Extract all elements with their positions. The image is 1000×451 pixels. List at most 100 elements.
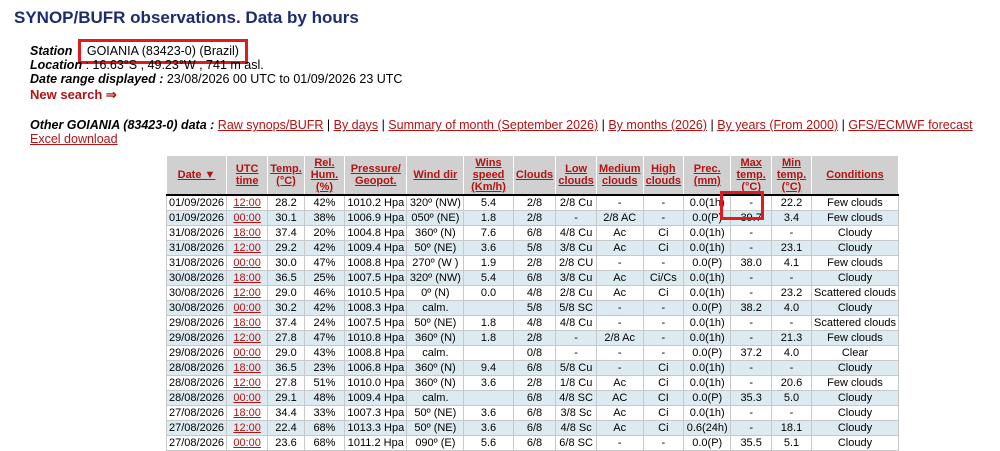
cell-max-temp: - (730, 240, 773, 256)
cell-clouds: 6/8 (512, 225, 557, 241)
cell-utc-time: 00:00 (226, 345, 269, 361)
cell-medium-clouds: Ac (595, 225, 644, 241)
cell-min-temp: - (771, 360, 812, 376)
cell-min-temp: 23.1 (771, 240, 812, 256)
cell-clouds: 6/8 (512, 390, 557, 406)
cell-date: 30/08/2026 (165, 285, 228, 301)
cell-utc-time: 00:00 (226, 210, 269, 226)
excel-download-link[interactable]: Excel download (30, 132, 118, 146)
cell-max-temp: 37.2 (730, 345, 773, 361)
cell-date: 30/08/2026 (165, 270, 228, 286)
cell-utc-time: 18:00 (226, 405, 269, 421)
cell-low-clouds: 4/8 SC (555, 390, 597, 406)
utc-time-link[interactable]: 18:00 (233, 317, 261, 329)
cell-temp: 30.2 (267, 300, 305, 316)
cell-max-temp: - (730, 420, 773, 436)
table-row: 01/09/2026 00:00 30.1 38% 1006.9 Hpa 050º (NE… (165, 210, 900, 226)
cell-high-clouds: Ci (642, 285, 685, 301)
table-row: 27/08/2026 18:00 34.4 33% 1007.3 Hpa 50º (NE)… (165, 405, 900, 421)
cell-medium-clouds: - (595, 360, 644, 376)
cell-clouds: 6/8 (512, 420, 557, 436)
forecast-link[interactable]: GFS/ECMWF forecast (848, 118, 972, 132)
cell-medium-clouds: - (595, 435, 644, 451)
cell-wind-speed: 0.0 (463, 285, 514, 301)
by-months-link[interactable]: By months (2026) (608, 118, 707, 132)
utc-time-link[interactable]: 12:00 (233, 197, 261, 209)
utc-time-link[interactable]: 00:00 (233, 257, 261, 269)
cell-clouds: 2/8 (512, 194, 557, 211)
cell-wind-dir: 50º (NE) (406, 315, 465, 331)
utc-time-link[interactable]: 18:00 (233, 407, 261, 419)
header-prec[interactable]: Prec. (mm) (683, 155, 732, 196)
utc-time-link[interactable]: 12:00 (233, 332, 261, 344)
cell-temp: 37.4 (267, 225, 305, 241)
by-years-link[interactable]: By years (From 2000) (717, 118, 838, 132)
by-days-link[interactable]: By days (334, 118, 378, 132)
cell-min-temp: 21.3 (771, 330, 812, 346)
table-row: 31/08/2026 12:00 29.2 42% 1009.4 Hpa 50º (NE)… (165, 240, 900, 256)
header-clouds[interactable]: Clouds (512, 155, 557, 196)
cell-low-clouds: - (555, 210, 597, 226)
cell-medium-clouds: AC (595, 390, 644, 406)
utc-time-link[interactable]: 12:00 (233, 287, 261, 299)
header-min-temp[interactable]: Min temp. (°C) (771, 155, 812, 196)
cell-conditions: Cloudy (810, 405, 900, 421)
cell-pressure: 1010.2 Hpa (344, 194, 408, 211)
header-rel-hum[interactable]: Rel. Hum. (%) (303, 155, 346, 196)
utc-time-link[interactable]: 12:00 (233, 422, 261, 434)
raw-synops-link[interactable]: Raw synops/BUFR (218, 118, 324, 132)
cell-utc-time: 12:00 (226, 285, 269, 301)
utc-time-link[interactable]: 12:00 (233, 242, 261, 254)
header-wind-dir[interactable]: Wind dir (406, 155, 465, 196)
cell-rel-hum: 24% (303, 315, 346, 331)
cell-low-clouds: 3/8 Cu (555, 240, 597, 256)
cell-prec: 0.0(P) (683, 435, 732, 451)
cell-date: 28/08/2026 (165, 390, 228, 406)
cell-wind-speed: 9.4 (463, 360, 514, 376)
cell-high-clouds: - (642, 255, 685, 271)
cell-clouds: 2/8 (512, 210, 557, 226)
new-search-link[interactable]: New search ⇒ (30, 87, 117, 103)
cell-medium-clouds: - (595, 315, 644, 331)
utc-time-link[interactable]: 00:00 (233, 212, 261, 224)
cell-prec: 0.0(1h) (683, 330, 732, 346)
cell-rel-hum: 47% (303, 255, 346, 271)
cell-utc-time: 18:00 (226, 270, 269, 286)
utc-time-link[interactable]: 18:00 (233, 272, 261, 284)
cell-medium-clouds: - (595, 194, 644, 211)
cell-max-temp: 35.3 (730, 390, 773, 406)
cell-temp: 23.6 (267, 435, 305, 451)
cell-utc-time: 18:00 (226, 315, 269, 331)
utc-time-link[interactable]: 12:00 (233, 377, 261, 389)
cell-medium-clouds: - (595, 345, 644, 361)
cell-high-clouds: - (642, 345, 685, 361)
cell-medium-clouds: Ac (595, 270, 644, 286)
utc-time-link[interactable]: 00:00 (233, 302, 261, 314)
utc-time-link[interactable]: 00:00 (233, 392, 261, 404)
table-row: 31/08/2026 00:00 30.0 47% 1008.8 Hpa 270º (W … (165, 255, 900, 271)
utc-time-link[interactable]: 00:00 (233, 347, 261, 359)
cell-rel-hum: 25% (303, 270, 346, 286)
header-conditions[interactable]: Conditions (810, 155, 900, 196)
location-line: Location : 16.63°S , 49.23°W , 741 m asl… (30, 58, 402, 72)
summary-month-link[interactable]: Summary of month (September 2026) (388, 118, 598, 132)
cell-conditions: Few clouds (810, 255, 900, 271)
header-wind-speed[interactable]: Wins speed (Km/h) (463, 155, 514, 196)
header-pressure[interactable]: Pressure/ Geopot. (344, 155, 408, 196)
header-utc-time[interactable]: UTC time (226, 155, 269, 196)
cell-high-clouds: Ci (642, 360, 685, 376)
cell-prec: 0.6(24h) (683, 420, 732, 436)
header-date[interactable]: Date ▼ (165, 155, 228, 196)
cell-date: 28/08/2026 (165, 375, 228, 391)
cell-temp: 27.8 (267, 375, 305, 391)
utc-time-link[interactable]: 18:00 (233, 227, 261, 239)
cell-conditions: Few clouds (810, 375, 900, 391)
utc-time-link[interactable]: 00:00 (233, 437, 261, 449)
header-temp[interactable]: Temp. (°C) (267, 155, 305, 196)
utc-time-link[interactable]: 18:00 (233, 362, 261, 374)
header-max-temp[interactable]: Max temp. (°C) (730, 155, 773, 196)
cell-pressure: 1010.8 Hpa (344, 330, 408, 346)
header-medium-clouds[interactable]: Medium clouds (595, 155, 644, 196)
header-low-clouds[interactable]: Low clouds (555, 155, 597, 196)
header-high-clouds[interactable]: High clouds (642, 155, 685, 196)
